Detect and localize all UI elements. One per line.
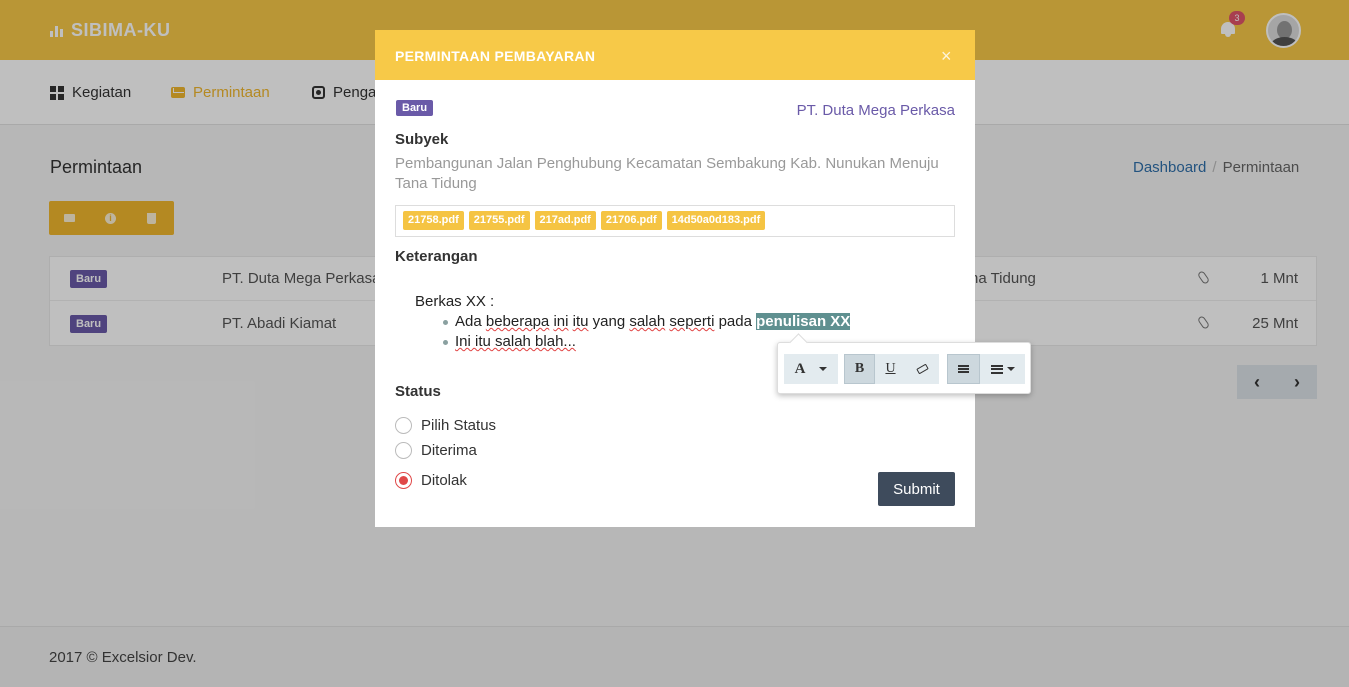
underline-button[interactable]: U <box>875 354 906 384</box>
list-icon <box>958 365 969 373</box>
bullet-list-button[interactable] <box>947 354 980 384</box>
align-button[interactable] <box>980 354 1025 384</box>
file-tag[interactable]: 217ad.pdf <box>534 211 596 230</box>
file-tag[interactable]: 14d50a0d183.pdf <box>666 211 766 230</box>
bold-button[interactable]: B <box>844 354 875 384</box>
list-item: Ada beberapa ini itu yang salah seperti … <box>443 312 955 332</box>
company-name[interactable]: PT. Duta Mega Perkasa <box>797 102 955 119</box>
status-badge: Baru <box>396 100 434 116</box>
submit-button[interactable]: Submit <box>878 472 955 506</box>
subject-label: Subyek <box>395 131 449 148</box>
file-tag[interactable]: 21758.pdf <box>403 211 464 230</box>
font-style-button[interactable]: A <box>784 354 838 384</box>
radio-button[interactable] <box>395 417 412 434</box>
clear-format-button[interactable] <box>906 354 939 384</box>
file-tag[interactable]: 21755.pdf <box>468 211 530 230</box>
file-tag[interactable]: 21706.pdf <box>600 211 662 230</box>
modal-title: PERMINTAAN PEMBAYARAN <box>395 48 596 64</box>
status-label: Status <box>395 383 441 400</box>
selected-text: penulisan XX <box>756 313 851 330</box>
notes-label: Keterangan <box>395 248 478 265</box>
align-left-icon <box>990 364 1003 374</box>
editor-toolbar: A B U <box>777 342 1031 394</box>
radio-button[interactable] <box>395 472 412 489</box>
status-option-pilih[interactable]: Pilih Status <box>395 417 496 434</box>
chevron-down-icon <box>819 367 828 371</box>
eraser-icon <box>916 363 929 375</box>
radio-button[interactable] <box>395 442 412 459</box>
notes-heading: Berkas XX : <box>415 293 495 310</box>
modal-header: PERMINTAAN PEMBAYARAN × <box>375 30 975 80</box>
status-option-diterima[interactable]: Diterima <box>395 442 477 459</box>
chevron-down-icon <box>1006 367 1015 371</box>
subject-text: Pembangunan Jalan Penghubung Kecamatan S… <box>395 155 939 192</box>
close-icon[interactable]: × <box>941 46 952 67</box>
payment-request-modal: PERMINTAAN PEMBAYARAN × Baru PT. Duta Me… <box>375 30 975 527</box>
attachments-list: 21758.pdf 21755.pdf 217ad.pdf 21706.pdf … <box>395 205 955 237</box>
status-option-ditolak[interactable]: Ditolak <box>395 472 467 489</box>
